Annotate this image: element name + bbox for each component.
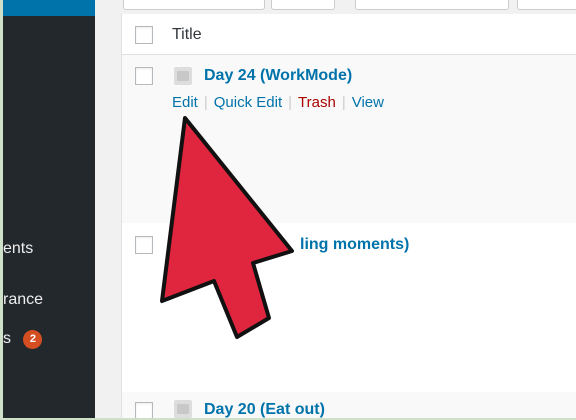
screen: ents rance s 2 Title Day 24 (WorkMode) E… [3, 0, 576, 418]
pointer-arrow-icon [160, 116, 294, 339]
arrow-shape [160, 116, 294, 339]
